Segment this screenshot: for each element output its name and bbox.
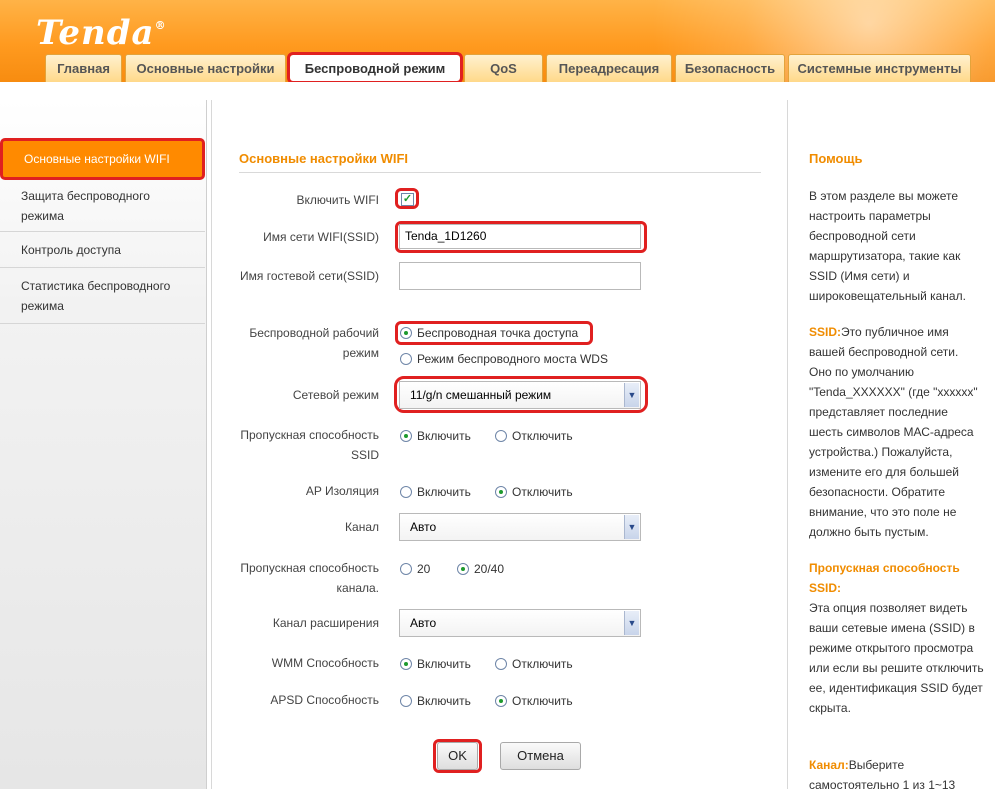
tab-home[interactable]: Главная — [45, 54, 122, 82]
net-mode-label: Сетевой режим — [292, 388, 379, 402]
radio-ap-mode[interactable]: Беспроводная точка доступа — [400, 326, 578, 340]
radio-ssid-broadcast-on[interactable]: Включить — [400, 429, 471, 443]
help-ssid: SSID:Это публичное имя вашей беспроводно… — [809, 325, 978, 539]
cancel-button[interactable]: Отмена — [500, 742, 581, 770]
section-divider — [239, 172, 761, 173]
guest-ssid-label: Имя гостевой сети(SSID) — [240, 269, 379, 283]
radio-dot-icon — [400, 563, 412, 575]
help-intro: В этом разделе вы можете настроить парам… — [809, 189, 966, 303]
tab-basic-settings[interactable]: Основные настройки — [125, 54, 286, 82]
tab-forwarding[interactable]: Переадресация — [546, 54, 672, 82]
enable-wifi-label: Включить WIFI — [296, 193, 380, 207]
radio-dot-icon — [495, 695, 507, 707]
radio-dot-icon — [400, 430, 412, 442]
channel-label: Канал — [345, 520, 379, 534]
bandwidth-label: Пропускная способность канала. — [240, 561, 379, 595]
radio-dot-icon — [495, 430, 507, 442]
ok-button[interactable]: OK — [437, 742, 478, 770]
wmm-label: WMM Способность — [271, 656, 379, 670]
main-panel: Основные настройки WIFI Включить WIFI ✓ … — [211, 100, 788, 789]
radio-dot-icon — [400, 695, 412, 707]
tab-wireless[interactable]: Беспроводной режим — [287, 52, 463, 82]
radio-wmm-off[interactable]: Отключить — [495, 657, 573, 671]
radio-ap-isolation-off[interactable]: Отключить — [495, 485, 573, 499]
radio-dot-icon — [495, 486, 507, 498]
radio-dot-icon — [400, 658, 412, 670]
sidebar-item-wifi-basic[interactable]: Основные настройки WIFI — [0, 138, 205, 180]
sidebar-item-access-control[interactable]: Контроль доступа — [0, 232, 205, 268]
radio-dot-icon — [457, 563, 469, 575]
ssid-input[interactable]: Tenda_1D1260 — [399, 224, 641, 249]
main-nav-tabs: Главная Основные настройки Беспроводной … — [45, 52, 971, 82]
guest-ssid-input[interactable] — [399, 262, 641, 290]
radio-apsd-on[interactable]: Включить — [400, 694, 471, 708]
ssid-broadcast-label: Пропускная способность SSID — [240, 428, 379, 462]
radio-dot-icon — [495, 658, 507, 670]
ext-channel-select[interactable]: Авто ▼ — [399, 609, 641, 637]
radio-wmm-on[interactable]: Включить — [400, 657, 471, 671]
sidebar-item-wireless-stats[interactable]: Статистика беспроводного режима — [0, 268, 205, 324]
tab-qos[interactable]: QoS — [464, 54, 543, 82]
header-bar: Tenda® Главная Основные настройки Беспро… — [0, 0, 995, 82]
chevron-down-icon: ▼ — [624, 515, 639, 539]
ap-isolation-label: AP Изоляция — [305, 484, 379, 498]
ext-channel-label: Канал расширения — [272, 616, 379, 630]
radio-wds-mode[interactable]: Режим беспроводного моста WDS — [400, 352, 608, 366]
sidebar-item-wireless-security[interactable]: Защита беспроводного режима — [0, 180, 205, 232]
header-spacer — [0, 82, 995, 100]
help-panel: Помощь В этом разделе вы можете настроит… — [789, 100, 995, 792]
radio-dot-icon — [400, 327, 412, 339]
channel-select[interactable]: Авто ▼ — [399, 513, 641, 541]
radio-ssid-broadcast-off[interactable]: Отключить — [495, 429, 573, 443]
radio-apsd-off[interactable]: Отключить — [495, 694, 573, 708]
radio-dot-icon — [400, 353, 412, 365]
tab-security[interactable]: Безопасность — [675, 54, 785, 82]
apsd-label: APSD Способность — [270, 693, 379, 707]
help-ssid-broadcast: Пропускная способность SSID: Эта опция по… — [809, 561, 984, 715]
help-channel: Канал:Выберите самостоятельно 1 из 1~13 — [809, 758, 956, 792]
radio-bw-2040[interactable]: 20/40 — [457, 562, 504, 576]
enable-wifi-checkbox[interactable]: ✓ — [401, 193, 414, 206]
chevron-down-icon: ▼ — [624, 611, 639, 635]
radio-bw-20[interactable]: 20 — [400, 562, 430, 576]
work-mode-label: Беспроводной рабочий режим — [249, 326, 379, 360]
sidebar: Основные настройки WIFI Защита беспровод… — [0, 100, 207, 789]
radio-dot-icon — [400, 486, 412, 498]
net-mode-select[interactable]: 11/g/n смешанный режим ▼ — [399, 381, 641, 409]
tab-system-tools[interactable]: Системные инструменты — [788, 54, 971, 82]
radio-ap-isolation-on[interactable]: Включить — [400, 485, 471, 499]
ssid-label: Имя сети WIFI(SSID) — [263, 230, 379, 244]
section-title: Основные настройки WIFI — [239, 151, 409, 166]
help-title: Помощь — [809, 151, 863, 166]
tenda-logo: Tenda® — [36, 13, 167, 53]
chevron-down-icon: ▼ — [624, 383, 639, 407]
